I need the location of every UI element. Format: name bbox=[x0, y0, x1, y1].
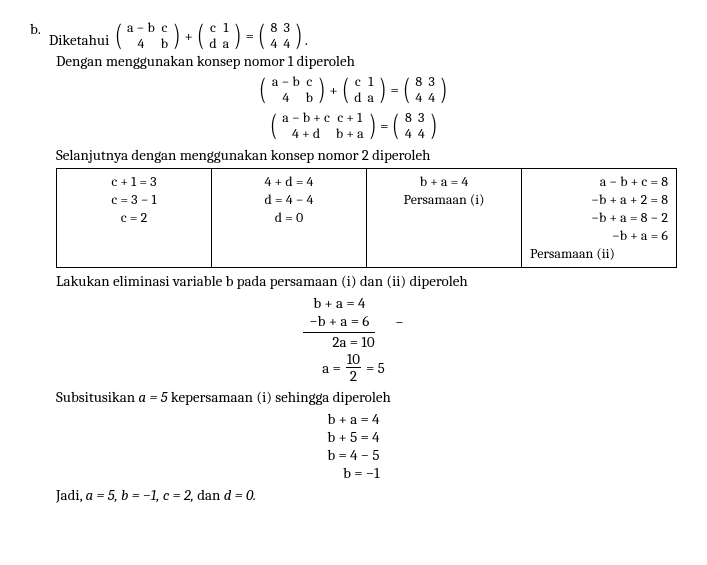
matrix-2: cd 1a bbox=[195, 20, 244, 52]
subs-line-1: b + a = 4 bbox=[328, 410, 380, 428]
explain-2: Selanjutnya dengan menggunakan konsep no… bbox=[56, 146, 677, 164]
table-cell-c: c + 1 = 3 c = 3 − 1 c = 2 bbox=[57, 169, 212, 268]
matrix-3: 84 34 bbox=[256, 20, 305, 52]
subs-intro: Subsitusikan a = 5 kepersamaan (i) sehin… bbox=[56, 388, 677, 406]
subs-line-4: b = −1 bbox=[343, 464, 379, 482]
table-cell-eq-ii: a − b + c = 8 −b + a + 2 = 8 −b + a = 8 … bbox=[522, 169, 677, 268]
elim-line-2: −b + a = 6 bbox=[303, 312, 375, 333]
elim-line-1: b + a = 4 bbox=[313, 294, 365, 312]
problem-line: b. Diketahui a − b4 cb + cd 1a = 84 34 . bbox=[30, 20, 677, 52]
matrix-1: a − b4 cb bbox=[113, 20, 183, 52]
equations-table: c + 1 = 3 c = 3 − 1 c = 2 4 + d = 4 d = … bbox=[56, 168, 677, 268]
subs-line-2: b + 5 = 4 bbox=[327, 428, 379, 446]
lead-word: Diketahui bbox=[49, 31, 113, 49]
equation-sum: a − b + c4 + d c + 1b + a = 8434 bbox=[30, 110, 677, 142]
substitution-block: b + a = 4 b + 5 = 4 b = 4 − 5 b = −1 bbox=[30, 410, 677, 482]
table-cell-d: 4 + d = 4 d = 4 − 4 d = 0 bbox=[212, 169, 367, 268]
subs-line-3: b = 4 − 5 bbox=[327, 446, 379, 464]
elimination-block: b + a = 4 −b + a = 6 − 2a = 10 a = 10 2 … bbox=[30, 294, 677, 384]
equation-repeat: a − b4cb + cd1a = 8434 bbox=[30, 74, 677, 106]
item-label: b. bbox=[30, 20, 41, 38]
period: . bbox=[305, 31, 308, 49]
table-cell-eq-i: b + a = 4 Persamaan (i) bbox=[367, 169, 522, 268]
minus-sign: − bbox=[375, 313, 403, 333]
elim-intro: Lakukan eliminasi variable b pada persam… bbox=[56, 272, 677, 290]
final-answer: Jadi, a = 5, b = −1, c = 2, dan d = 0. bbox=[56, 486, 677, 504]
lead-text: Diketahui a − b4 cb + cd 1a = 84 34 . bbox=[49, 20, 308, 52]
matrix-sum: a − b + c4 + d c + 1b + a bbox=[268, 110, 378, 142]
explain-1: Dengan menggunakan konsep nomor 1 dipero… bbox=[56, 52, 677, 70]
equals-sign: = bbox=[246, 27, 254, 45]
given-equation: a − b4 cb + cd 1a = 84 34 bbox=[113, 20, 305, 52]
elim-line-4: a = 10 2 = 5 bbox=[322, 351, 385, 384]
elim-line-3: 2a = 10 bbox=[30, 333, 677, 351]
plus-sign: + bbox=[185, 27, 193, 45]
